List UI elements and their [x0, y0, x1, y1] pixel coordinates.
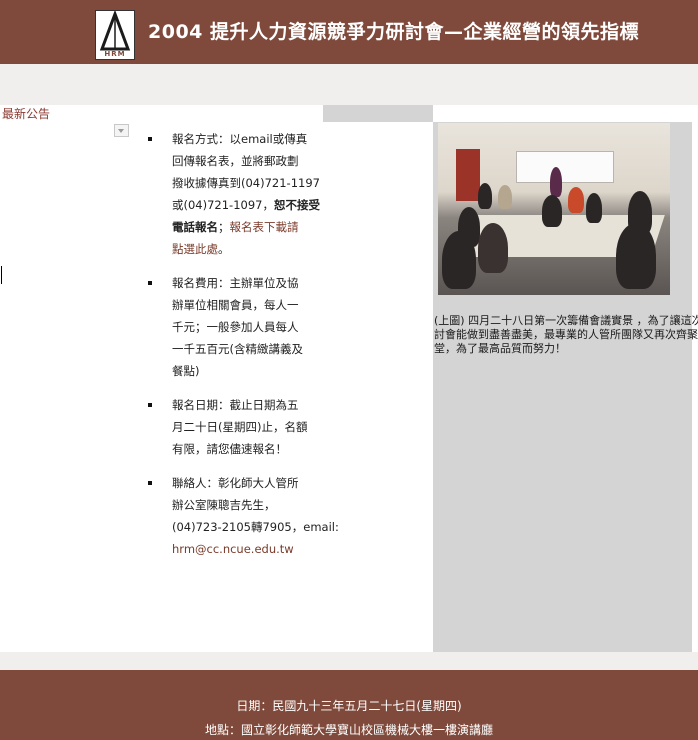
- page-footer: 日期：民國九十三年五月二十七日(星期四) 地點：國立彰化師範大學寶山校區機械大樓…: [0, 670, 698, 740]
- list-item-line: 報名費用：主辦單位及協: [172, 272, 318, 294]
- logo-text: HRM: [104, 50, 126, 58]
- list-item: 報名日期：截止日期為五 月二十日(星期四)止，名額 有限，請您儘速報名！: [148, 394, 318, 460]
- event-date: 日期：民國九十三年五月二十七日(星期四): [236, 699, 462, 713]
- list-item-line: 點選此處。: [172, 238, 318, 260]
- photo-whiteboard: [516, 151, 614, 183]
- page-title: 2004 提升人力資源競爭力研討會—企業經營的領先指標: [148, 21, 639, 43]
- list-text: 報名日期：截止日期為五: [172, 398, 299, 412]
- list-text: 千元；一般參加人員每人: [172, 320, 299, 334]
- list-item-line: 一千五百元(含精緻講義及: [172, 338, 318, 360]
- list-text: 報名方式：以email或傳真: [172, 132, 308, 146]
- emphasis-text: 恕不接受: [273, 198, 320, 212]
- text-link[interactable]: 報名表下載請: [230, 220, 299, 234]
- emphasis-text: 電話報名: [172, 220, 218, 234]
- list-text: 餐點): [172, 364, 200, 378]
- caption-line: 堂，為了最高品質而努力！: [434, 342, 566, 355]
- list-text: 辦公室陳聰吉先生，: [172, 498, 276, 512]
- list-item-line: 千元；一般參加人員每人: [172, 316, 318, 338]
- header-band: [0, 64, 698, 105]
- list-text: 月二十日(星期四)止，名額: [172, 420, 308, 434]
- event-location: 地點：國立彰化師範大學寶山校區機械大樓一樓演講廳: [204, 723, 493, 737]
- bullet-icon: [148, 481, 152, 485]
- list-item: 報名方式：以email或傳真 回傳報名表，並將郵政劃撥收據傳真到(04)721-1…: [148, 128, 320, 260]
- bullet-icon: [148, 281, 152, 285]
- photo-person: [586, 193, 602, 223]
- latest-news-label: 最新公告: [2, 107, 51, 121]
- photo-door: [456, 149, 480, 201]
- text-link[interactable]: hrm@cc.ncue.edu.tw: [172, 542, 294, 556]
- list-text: 有限，請您儘速報名！: [172, 442, 287, 456]
- announcement-list: 報名方式：以email或傳真 回傳報名表，並將郵政劃撥收據傳真到(04)721-1…: [148, 128, 339, 572]
- list-item-line: 聯絡人：彰化師大人管所: [172, 472, 318, 494]
- list-text: ；: [218, 220, 230, 234]
- right-edge: [692, 105, 698, 652]
- photo-person: [568, 187, 584, 213]
- list-item-line: 撥收據傳真到(04)721-1197: [172, 172, 320, 194]
- photo-person: [616, 223, 656, 289]
- list-item-line: 餐點): [172, 360, 318, 382]
- page-header: HRM 2004 提升人力資源競爭力研討會—企業經營的領先指標: [0, 0, 698, 64]
- list-item-line: 報名日期：截止日期為五: [172, 394, 318, 416]
- list-item-line: (04)723-2105轉7905，email:: [172, 516, 339, 538]
- list-text: 報名費用：主辦單位及協: [172, 276, 299, 290]
- list-text: 回傳報名表，並將郵政劃: [172, 154, 299, 168]
- photo-caption: (上圖) 四月二十八日第一次籌備會議實景 ，為了讓這次研 討會能做到盡善盡美，最…: [434, 314, 698, 356]
- list-item-line: 或(04)721-1097，恕不接受: [172, 194, 320, 216]
- photo-person: [478, 223, 508, 273]
- caption-line: 討會能做到盡善盡美，最專業的人管所團隊又再次齊聚一: [434, 328, 698, 341]
- list-item: 聯絡人：彰化師大人管所 辦公室陳聰吉先生， (04)723-2105轉7905，em…: [148, 472, 339, 560]
- list-item-line: 月二十日(星期四)止，名額: [172, 416, 318, 438]
- photo-person: [498, 185, 512, 209]
- list-text: 一千五百元(含精緻講義及: [172, 342, 303, 356]
- photo-person: [550, 167, 562, 197]
- list-text: 聯絡人：彰化師大人管所: [172, 476, 299, 490]
- photo-person: [442, 231, 476, 289]
- bullet-icon: [148, 403, 152, 407]
- list-text: 辦單位相關會員，每人一: [172, 298, 299, 312]
- list-text: 或(04)721-1097，: [172, 198, 274, 212]
- text-cursor: [1, 266, 2, 284]
- list-text: (04)723-2105轉7905，email:: [172, 520, 339, 534]
- meeting-photo: [438, 123, 670, 295]
- gray-strip: [323, 105, 433, 122]
- list-item-line: 報名方式：以email或傳真: [172, 128, 318, 150]
- chevron-down-icon[interactable]: [114, 124, 129, 137]
- photo-person: [478, 183, 492, 209]
- text-link[interactable]: 點選此處: [172, 242, 218, 256]
- photo-person: [542, 195, 562, 227]
- list-item-line: hrm@cc.ncue.edu.tw: [172, 538, 318, 560]
- list-item: 報名費用：主辦單位及協 辦單位相關會員，每人一 千元；一般參加人員每人 一千五百元(含…: [148, 272, 318, 382]
- list-item-line: 有限，請您儘速報名！: [172, 438, 318, 460]
- list-text: 。: [218, 242, 230, 256]
- list-item-line: 辦單位相關會員，每人一: [172, 294, 318, 316]
- bullet-icon: [148, 137, 152, 141]
- list-text: 撥收據傳真到(04)721-1197: [172, 176, 320, 190]
- list-item-line: 辦公室陳聰吉先生，: [172, 494, 318, 516]
- list-item-line: 回傳報名表，並將郵政劃: [172, 150, 318, 172]
- caption-line: (上圖) 四月二十八日第一次籌備會議實景 ，為了讓這次研: [434, 314, 698, 327]
- footer-band: [0, 652, 698, 670]
- list-item-line: 電話報名；報名表下載請: [172, 216, 318, 238]
- hrm-logo: HRM: [95, 10, 135, 60]
